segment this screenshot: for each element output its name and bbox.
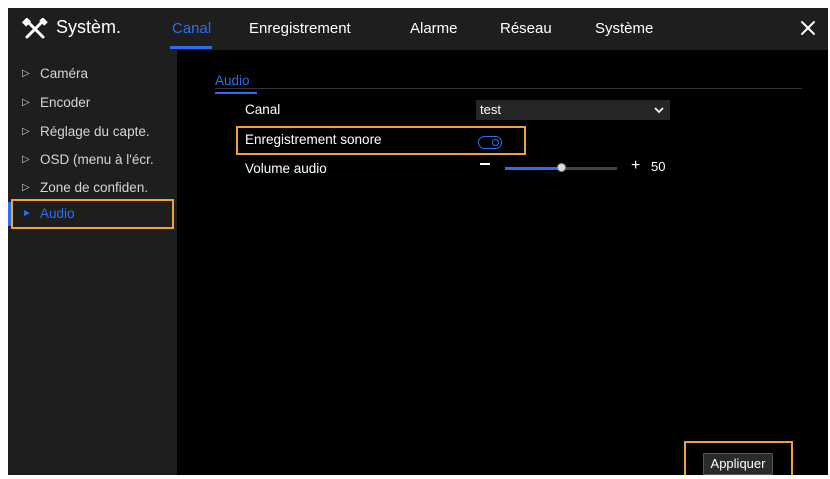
volume-slider[interactable] (505, 163, 617, 172)
volume-slider-fill (505, 167, 561, 170)
sidebar-item-audio[interactable]: ► Audio (8, 202, 177, 226)
sidebar-item-label: OSD (menu à l'écr. (40, 152, 154, 167)
sidebar-item-privacy-zone[interactable]: ▷ Zone de confiden. (8, 176, 177, 200)
play-outline-icon: ▷ (22, 154, 30, 165)
channel-select[interactable]: test (476, 100, 670, 120)
top-bar: Systèm. Canal Enregistrement Alarme Rése… (8, 8, 828, 50)
app-window: Systèm. Canal Enregistrement Alarme Rése… (8, 8, 828, 475)
main-panel: Audio Canal test Enregistrement sonore V… (177, 50, 828, 475)
section-title-underline (215, 92, 257, 94)
section-divider (215, 88, 802, 89)
sidebar-item-osd[interactable]: ▷ OSD (menu à l'écr. (8, 148, 177, 172)
volume-value: 50 (651, 159, 666, 174)
tab-canal[interactable]: Canal (172, 20, 211, 37)
chevron-down-icon (654, 107, 664, 114)
tools-icon (22, 18, 48, 39)
brand-title: Systèm. (56, 17, 122, 37)
channel-select-value: test (480, 102, 501, 117)
volume-label: Volume audio (245, 161, 327, 176)
sidebar-item-encoder[interactable]: ▷ Encoder (8, 91, 177, 115)
active-item-indicator (8, 202, 11, 226)
channel-label: Canal (245, 102, 281, 117)
play-outline-icon: ▷ (22, 126, 30, 137)
tab-reseau[interactable]: Réseau (500, 20, 552, 37)
apply-button[interactable]: Appliquer (703, 453, 773, 475)
tab-systeme[interactable]: Système (595, 20, 653, 37)
audio-recording-toggle[interactable] (478, 136, 502, 149)
volume-increase-button[interactable]: + (631, 158, 640, 174)
section-title: Audio (215, 73, 250, 88)
close-icon[interactable] (798, 18, 818, 38)
sidebar-item-label: Caméra (40, 66, 89, 81)
play-outline-icon: ▷ (22, 182, 30, 193)
play-outline-icon: ▷ (22, 68, 30, 79)
sidebar: ▷ Caméra ▷ Encoder ▷ Réglage du capte. ▷… (8, 50, 177, 475)
play-filled-icon: ► (22, 208, 32, 219)
play-outline-icon: ▷ (22, 97, 30, 108)
sidebar-item-label: Encoder (40, 95, 91, 110)
toggle-knob (492, 138, 499, 146)
sidebar-item-camera[interactable]: ▷ Caméra (8, 62, 177, 86)
volume-slider-thumb[interactable] (556, 163, 566, 172)
sidebar-item-label: Réglage du capte. (40, 124, 150, 139)
sidebar-item-label: Zone de confiden. (40, 180, 149, 195)
volume-decrease-button[interactable] (480, 163, 490, 165)
sidebar-item-sensor-settings[interactable]: ▷ Réglage du capte. (8, 120, 177, 144)
active-tab-indicator (170, 46, 212, 49)
tab-enregistrement[interactable]: Enregistrement (249, 20, 351, 37)
tab-alarme[interactable]: Alarme (410, 20, 458, 37)
audio-recording-label: Enregistrement sonore (245, 132, 382, 147)
sidebar-item-label: Audio (40, 206, 75, 221)
